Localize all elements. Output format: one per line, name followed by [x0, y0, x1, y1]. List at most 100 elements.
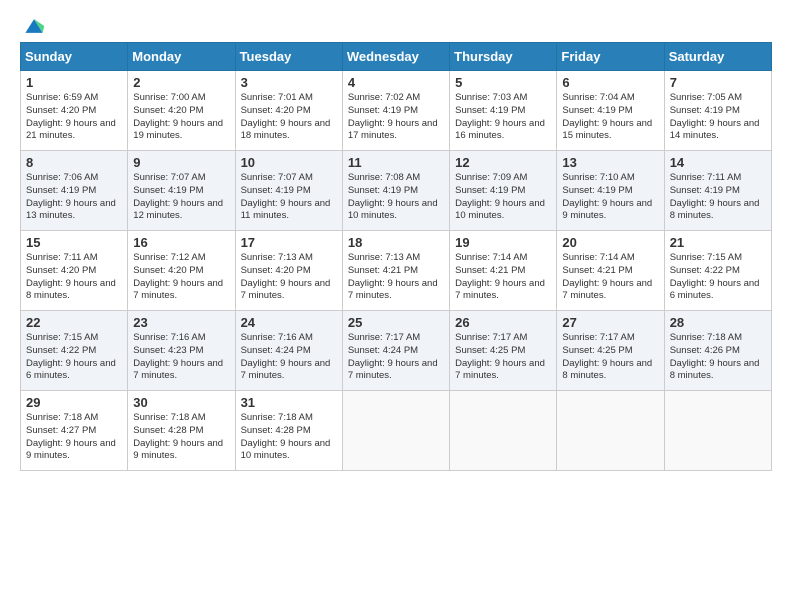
cell-sunrise: Sunrise: 7:18 AM: [241, 412, 337, 425]
calendar-cell: 20 Sunrise: 7:14 AMSunset: 4:21 PMDayligh…: [557, 231, 664, 311]
cell-sunrise: Sunrise: 7:17 AM: [455, 332, 551, 345]
cell-daylight: Daylight: 9 hours and 8 minutes.: [670, 198, 766, 224]
calendar-cell: 24 Sunrise: 7:16 AMSunset: 4:24 PMDayligh…: [235, 311, 342, 391]
cell-sunset: Sunset: 4:20 PM: [241, 265, 337, 278]
weekday-header-wednesday: Wednesday: [342, 43, 449, 71]
cell-sunset: Sunset: 4:19 PM: [670, 105, 766, 118]
day-number: 8: [26, 155, 122, 170]
calendar-cell: 4Sunrise: 7:02 AMSunset: 4:19 PMDaylight…: [342, 71, 449, 151]
calendar-cell: 3Sunrise: 7:01 AMSunset: 4:20 PMDaylight…: [235, 71, 342, 151]
cell-sunset: Sunset: 4:20 PM: [133, 265, 229, 278]
day-number: 4: [348, 75, 444, 90]
calendar-cell: 13Sunrise: 7:10 AMSunset: 4:19 PMDayligh…: [557, 151, 664, 231]
cell-sunset: Sunset: 4:19 PM: [455, 185, 551, 198]
calendar-table: SundayMondayTuesdayWednesdayThursdayFrid…: [20, 42, 772, 471]
cell-sunrise: Sunrise: 7:14 AM: [562, 252, 658, 265]
day-number: 14: [670, 155, 766, 170]
cell-sunset: Sunset: 4:19 PM: [455, 105, 551, 118]
cell-daylight: Daylight: 9 hours and 21 minutes.: [26, 118, 122, 144]
cell-sunrise: Sunrise: 7:14 AM: [455, 252, 551, 265]
cell-daylight: Daylight: 9 hours and 7 minutes.: [348, 278, 444, 304]
calendar-week-row: 15Sunrise: 7:11 AMSunset: 4:20 PMDayligh…: [21, 231, 772, 311]
calendar-cell: 2Sunrise: 7:00 AMSunset: 4:20 PMDaylight…: [128, 71, 235, 151]
calendar-cell: 16Sunrise: 7:12 AMSunset: 4:20 PMDayligh…: [128, 231, 235, 311]
day-number: 24: [241, 315, 337, 330]
calendar-cell: 11Sunrise: 7:08 AMSunset: 4:19 PMDayligh…: [342, 151, 449, 231]
calendar-week-row: 8Sunrise: 7:06 AMSunset: 4:19 PMDaylight…: [21, 151, 772, 231]
cell-daylight: Daylight: 9 hours and 19 minutes.: [133, 118, 229, 144]
day-number: 11: [348, 155, 444, 170]
cell-sunset: Sunset: 4:27 PM: [26, 425, 122, 438]
cell-sunrise: Sunrise: 6:59 AM: [26, 92, 122, 105]
cell-sunrise: Sunrise: 7:01 AM: [241, 92, 337, 105]
cell-sunrise: Sunrise: 7:06 AM: [26, 172, 122, 185]
calendar-cell: 9Sunrise: 7:07 AMSunset: 4:19 PMDaylight…: [128, 151, 235, 231]
cell-sunrise: Sunrise: 7:10 AM: [562, 172, 658, 185]
cell-sunrise: Sunrise: 7:11 AM: [670, 172, 766, 185]
cell-sunrise: Sunrise: 7:07 AM: [241, 172, 337, 185]
day-number: 22: [26, 315, 122, 330]
weekday-header-saturday: Saturday: [664, 43, 771, 71]
cell-sunset: Sunset: 4:21 PM: [562, 265, 658, 278]
cell-daylight: Daylight: 9 hours and 14 minutes.: [670, 118, 766, 144]
cell-daylight: Daylight: 9 hours and 9 minutes.: [562, 198, 658, 224]
cell-sunset: Sunset: 4:22 PM: [670, 265, 766, 278]
cell-daylight: Daylight: 9 hours and 7 minutes.: [241, 358, 337, 384]
cell-daylight: Daylight: 9 hours and 7 minutes.: [133, 358, 229, 384]
calendar-cell: [557, 391, 664, 471]
cell-sunrise: Sunrise: 7:18 AM: [26, 412, 122, 425]
cell-sunset: Sunset: 4:24 PM: [348, 345, 444, 358]
cell-daylight: Daylight: 9 hours and 10 minutes.: [348, 198, 444, 224]
cell-daylight: Daylight: 9 hours and 8 minutes.: [26, 278, 122, 304]
cell-sunrise: Sunrise: 7:07 AM: [133, 172, 229, 185]
day-number: 2: [133, 75, 229, 90]
calendar-cell: 1Sunrise: 6:59 AMSunset: 4:20 PMDaylight…: [21, 71, 128, 151]
calendar-cell: [342, 391, 449, 471]
calendar-cell: 23Sunrise: 7:16 AMSunset: 4:23 PMDayligh…: [128, 311, 235, 391]
cell-sunset: Sunset: 4:20 PM: [26, 105, 122, 118]
calendar-cell: 18Sunrise: 7:13 AMSunset: 4:21 PMDayligh…: [342, 231, 449, 311]
cell-daylight: Daylight: 9 hours and 10 minutes.: [241, 438, 337, 464]
calendar-cell: 31Sunrise: 7:18 AMSunset: 4:28 PMDayligh…: [235, 391, 342, 471]
day-number: 5: [455, 75, 551, 90]
day-number: 29: [26, 395, 122, 410]
day-number: 21: [670, 235, 766, 250]
weekday-header-row: SundayMondayTuesdayWednesdayThursdayFrid…: [21, 43, 772, 71]
day-number: 20: [562, 235, 658, 250]
cell-sunrise: Sunrise: 7:16 AM: [241, 332, 337, 345]
cell-sunset: Sunset: 4:19 PM: [670, 185, 766, 198]
cell-sunrise: Sunrise: 7:18 AM: [133, 412, 229, 425]
cell-sunrise: Sunrise: 7:12 AM: [133, 252, 229, 265]
cell-sunset: Sunset: 4:26 PM: [670, 345, 766, 358]
calendar-cell: 27Sunrise: 7:17 AMSunset: 4:25 PMDayligh…: [557, 311, 664, 391]
cell-daylight: Daylight: 9 hours and 7 minutes.: [562, 278, 658, 304]
day-number: 27: [562, 315, 658, 330]
day-number: 30: [133, 395, 229, 410]
cell-sunset: Sunset: 4:24 PM: [241, 345, 337, 358]
cell-daylight: Daylight: 9 hours and 15 minutes.: [562, 118, 658, 144]
cell-sunset: Sunset: 4:20 PM: [241, 105, 337, 118]
calendar-cell: [664, 391, 771, 471]
cell-sunrise: Sunrise: 7:17 AM: [348, 332, 444, 345]
cell-daylight: Daylight: 9 hours and 17 minutes.: [348, 118, 444, 144]
cell-sunset: Sunset: 4:19 PM: [133, 185, 229, 198]
cell-sunrise: Sunrise: 7:15 AM: [26, 332, 122, 345]
cell-sunset: Sunset: 4:21 PM: [455, 265, 551, 278]
cell-sunrise: Sunrise: 7:18 AM: [670, 332, 766, 345]
calendar-week-row: 22Sunrise: 7:15 AMSunset: 4:22 PMDayligh…: [21, 311, 772, 391]
page-header: [20, 16, 772, 34]
day-number: 19: [455, 235, 551, 250]
calendar-cell: 10Sunrise: 7:07 AMSunset: 4:19 PMDayligh…: [235, 151, 342, 231]
cell-sunset: Sunset: 4:23 PM: [133, 345, 229, 358]
logo-icon: [22, 14, 46, 38]
weekday-header-thursday: Thursday: [450, 43, 557, 71]
cell-daylight: Daylight: 9 hours and 7 minutes.: [455, 358, 551, 384]
cell-daylight: Daylight: 9 hours and 7 minutes.: [455, 278, 551, 304]
cell-sunrise: Sunrise: 7:00 AM: [133, 92, 229, 105]
cell-sunset: Sunset: 4:19 PM: [26, 185, 122, 198]
cell-sunset: Sunset: 4:28 PM: [133, 425, 229, 438]
cell-sunset: Sunset: 4:28 PM: [241, 425, 337, 438]
cell-sunrise: Sunrise: 7:05 AM: [670, 92, 766, 105]
weekday-header-sunday: Sunday: [21, 43, 128, 71]
day-number: 10: [241, 155, 337, 170]
